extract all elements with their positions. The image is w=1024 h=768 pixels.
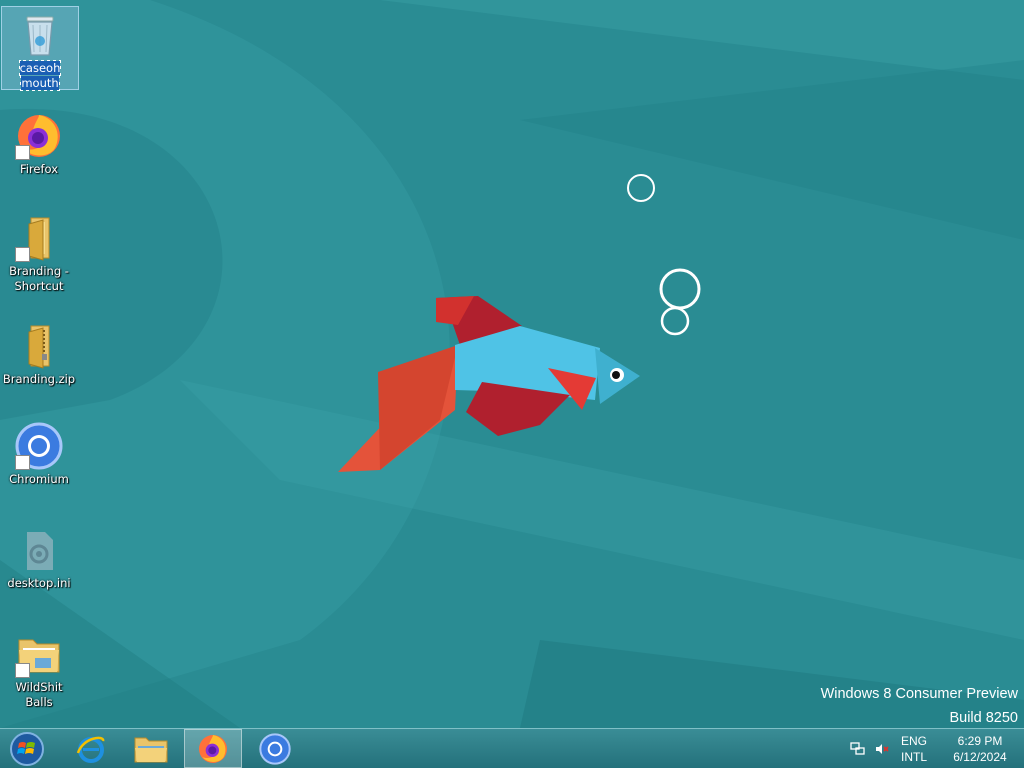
folder-icon bbox=[134, 737, 168, 762]
settings-file-icon bbox=[15, 526, 63, 574]
folder-shortcut-icon bbox=[15, 214, 63, 262]
shortcut-arrow-icon bbox=[15, 663, 30, 678]
shortcut-arrow-icon bbox=[15, 145, 30, 160]
shortcut-arrow-icon bbox=[15, 455, 30, 470]
desktop-icon-label: Branding.zip bbox=[2, 372, 76, 386]
recycle-bin-icon bbox=[16, 11, 64, 59]
desktop-icon-recycle-bin[interactable]: caseoh mouth bbox=[1, 6, 79, 91]
desktop-icon-wildshit-balls[interactable]: WildShit Balls bbox=[0, 626, 78, 710]
firefox-icon bbox=[199, 734, 227, 763]
clock-date: 6/12/2024 bbox=[953, 749, 1007, 764]
start-button[interactable] bbox=[0, 729, 54, 768]
desktop-icon-branding-zip[interactable]: Branding.zip bbox=[0, 318, 78, 387]
taskbar-chromium[interactable] bbox=[246, 729, 304, 768]
watermark-build: Build 8250 bbox=[949, 710, 1018, 726]
zip-folder-icon bbox=[15, 322, 63, 370]
ie-icon bbox=[76, 736, 105, 763]
chromium-icon bbox=[15, 422, 63, 470]
folder-shortcut-icon bbox=[15, 630, 63, 678]
watermark-edition: Windows 8 Consumer Preview bbox=[820, 686, 1018, 702]
desktop-icon-branding-shortcut[interactable]: Branding - Shortcut bbox=[0, 210, 78, 294]
network-icon[interactable] bbox=[850, 729, 866, 768]
taskbar-file-explorer[interactable] bbox=[122, 729, 180, 768]
desktop-icon-label: WildShit Balls bbox=[15, 680, 63, 709]
volume-muted-icon[interactable] bbox=[874, 729, 890, 768]
system-tray: ENG INTL 6:29 PM 6/12/2024 bbox=[844, 729, 1024, 768]
desktop-icon-label: Branding - Shortcut bbox=[9, 264, 69, 293]
shortcut-arrow-icon bbox=[15, 247, 30, 262]
chromium-icon bbox=[259, 732, 291, 765]
desktop-icon-chromium[interactable]: Chromium bbox=[0, 418, 78, 487]
desktop-icon-label: caseoh mouth bbox=[18, 60, 62, 91]
windows-build-watermark: Windows 8 Consumer Preview Build 8250 bbox=[821, 682, 1018, 728]
desktop-icon-label: desktop.ini bbox=[7, 576, 71, 590]
firefox-icon bbox=[15, 112, 63, 160]
desktop-icon-label: Chromium bbox=[9, 472, 69, 486]
desktop-icon-firefox[interactable]: Firefox bbox=[0, 108, 78, 177]
windows-orb-icon bbox=[10, 731, 44, 766]
keyboard-layout: INTL bbox=[900, 749, 927, 764]
wallpaper bbox=[0, 0, 1024, 728]
clock-time: 6:29 PM bbox=[957, 733, 1003, 748]
desktop[interactable]: caseoh mouth Firefox Branding - Shortcut bbox=[0, 0, 1024, 728]
desktop-icon-desktop-ini[interactable]: desktop.ini bbox=[0, 522, 78, 591]
taskbar: ENG INTL 6:29 PM 6/12/2024 bbox=[0, 728, 1024, 768]
clock[interactable]: 6:29 PM 6/12/2024 bbox=[940, 729, 1020, 768]
taskbar-internet-explorer[interactable] bbox=[62, 729, 120, 768]
desktop-icon-label: Firefox bbox=[19, 162, 59, 176]
language-indicator[interactable]: ENG INTL bbox=[900, 729, 928, 768]
taskbar-firefox[interactable] bbox=[184, 729, 242, 768]
language-code: ENG bbox=[900, 733, 927, 748]
